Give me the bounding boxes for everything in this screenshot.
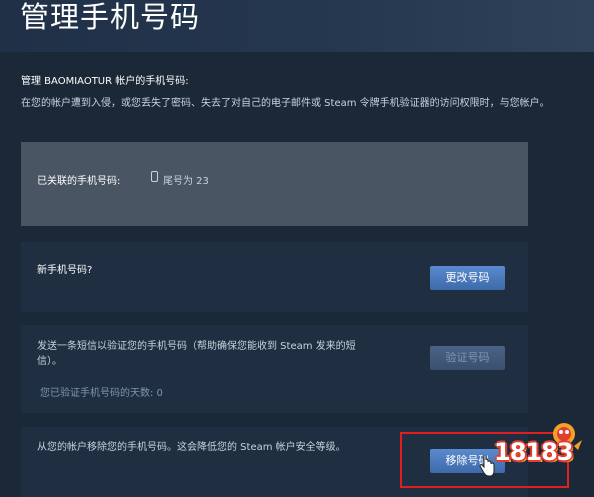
watermark-text: 18183 [494, 438, 573, 466]
remove-description: 从您的帐户移除您的手机号码。这会降低您的 Steam 帐户安全等级。 [37, 442, 346, 453]
description-text: 在您的帐户遭到入侵，或您丢失了密码、失去了对自己的电子邮件或 Steam 令牌手… [21, 98, 550, 109]
change-number-button[interactable]: 更改号码 [430, 266, 505, 290]
new-phone-label: 新手机号码? [37, 265, 93, 276]
linked-phone-panel: 已关联的手机号码: 尾号为 23 [21, 142, 528, 226]
page-title: 管理手机号码 [20, 0, 201, 34]
verify-phone-panel: 发送一条短信以验证您的手机号码（帮助确保您能收到 Steam 发来的短信）。 验… [21, 325, 528, 413]
page-header: 管理手机号码 [0, 0, 594, 52]
phone-tail-text: 尾号为 23 [163, 176, 209, 187]
linked-phone-label: 已关联的手机号码: [37, 176, 121, 187]
watermark-logo: 18183 [478, 418, 588, 484]
manage-label: 管理 BAOMIAOTUR 帐户的手机号码: [21, 76, 189, 87]
phone-icon [151, 171, 158, 182]
verify-number-button[interactable]: 验证号码 [430, 346, 505, 370]
verify-description: 发送一条短信以验证您的手机号码（帮助确保您能收到 Steam 发来的短信）。 [37, 341, 356, 367]
verified-days-text: 您已验证手机号码的天数: 0 [40, 388, 163, 399]
new-phone-panel: 新手机号码? 更改号码 [21, 242, 528, 312]
